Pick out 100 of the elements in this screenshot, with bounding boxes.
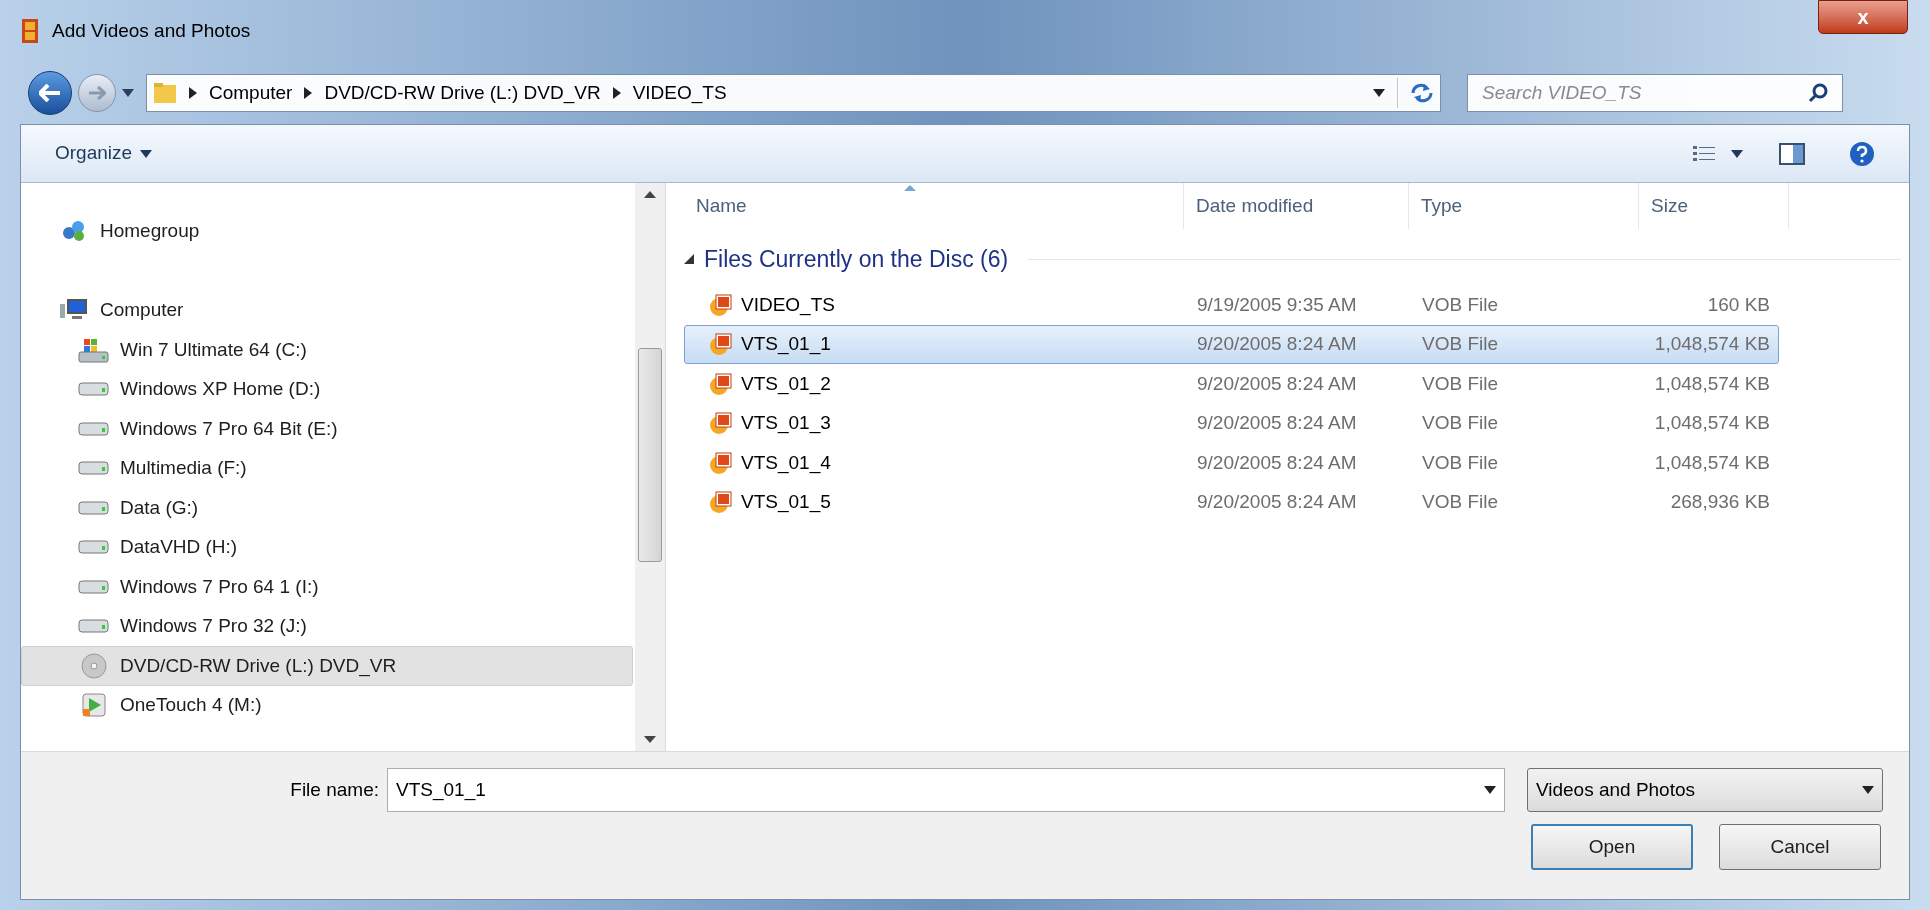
caret-icon	[140, 149, 153, 158]
file-name: VTS_01_4	[741, 450, 831, 476]
history-caret-icon[interactable]	[122, 89, 134, 97]
sidebar-item[interactable]: OneTouch 4 (M:)	[21, 685, 633, 725]
search-box[interactable]: Search VIDEO_TS	[1467, 74, 1843, 112]
homegroup-icon	[61, 218, 87, 243]
system-drive-icon	[78, 336, 110, 363]
video-file-icon	[709, 332, 733, 357]
file-row[interactable]: VTS_01_1 9/20/2005 8:24 AM VOB File 1,048,574 KB	[684, 324, 1779, 364]
date-cell-text: 9/20/2005 8:24 AM	[1196, 490, 1358, 514]
file-row[interactable]: VTS_01_4 9/20/2005 8:24 AM VOB File 1,048,574 KB	[684, 443, 1779, 483]
date-cell-text: 9/20/2005 8:24 AM	[1196, 450, 1358, 475]
date-cell-text: 9/19/2005 9:35 AM	[1196, 292, 1358, 317]
search-field[interactable]: Search VIDEO_TS	[1482, 78, 1808, 108]
type-cell-text: VOB File	[1421, 450, 1500, 475]
type-cell-text: VOB File	[1421, 371, 1500, 396]
file-name: VIDEO_TS	[741, 292, 835, 318]
scrollbar[interactable]	[635, 183, 665, 751]
chevron-right-icon[interactable]	[612, 87, 621, 99]
view-options-icon[interactable]	[1693, 143, 1717, 164]
collapse-icon[interactable]	[684, 254, 694, 264]
file-name: VTS_01_2	[741, 371, 831, 397]
refresh-icon[interactable]	[1410, 83, 1434, 103]
disc-icon	[81, 652, 107, 679]
column-header[interactable]: Size	[1639, 183, 1789, 229]
video-file-icon	[709, 292, 733, 317]
drive-icon	[78, 579, 110, 594]
sort-arrow-icon	[904, 185, 916, 191]
external-drive-icon	[81, 692, 107, 719]
type-cell-text: VOB File	[1421, 292, 1500, 317]
sidebar-item[interactable]: Windows 7 Pro 64 1 (I:)	[21, 567, 633, 607]
column-header[interactable]: Date modified	[1184, 183, 1409, 229]
caret-icon[interactable]	[1731, 149, 1743, 158]
sidebar-item[interactable]: Windows XP Home (D:)	[21, 369, 633, 409]
file-name-label: File name:	[289, 777, 380, 802]
open-button[interactable]: Open	[1531, 824, 1693, 870]
file-name-box[interactable]: VTS_01_1	[387, 768, 1505, 812]
date-cell-text: 9/20/2005 8:24 AM	[1196, 371, 1358, 396]
column-header[interactable]: Name	[684, 183, 1184, 229]
preview-pane-icon[interactable]	[1779, 142, 1805, 165]
sidebar-item[interactable]: Win 7 Ultimate 64 (C:)	[21, 330, 633, 370]
address-bar[interactable]: Computer DVD/CD-RW Drive (L:) DVD_VR VIDEO_TS	[146, 74, 1441, 112]
size-cell-text: 268,936 KB	[1669, 490, 1770, 514]
video-file-icon	[709, 411, 733, 436]
file-name: VTS_01_5	[741, 490, 831, 515]
sidebar-item[interactable]: Windows 7 Pro 64 Bit (E:)	[21, 409, 633, 449]
help-icon[interactable]	[1849, 140, 1875, 167]
video-file-icon	[709, 490, 733, 515]
back-button[interactable]	[28, 71, 72, 115]
size-cell-text: 1,048,574 KB	[1653, 371, 1770, 396]
column-header[interactable]: Type	[1409, 183, 1639, 229]
cancel-button[interactable]: Cancel	[1719, 824, 1881, 870]
sidebar-item[interactable]: DVD/CD-RW Drive (L:) DVD_VR	[21, 646, 633, 686]
film-icon	[22, 19, 38, 43]
drive-icon	[78, 540, 110, 555]
dropdown-caret-icon[interactable]	[1373, 89, 1385, 97]
video-file-icon	[709, 450, 733, 475]
file-name-field[interactable]: VTS_01_1	[396, 775, 1484, 805]
drive-icon	[78, 461, 110, 476]
video-file-icon	[709, 371, 733, 396]
chevron-right-icon[interactable]	[189, 87, 197, 99]
file-row[interactable]: VIDEO_TS 9/19/2005 9:35 AM VOB File 160 KB	[684, 285, 1779, 325]
back-arrow-icon	[39, 84, 61, 102]
file-name: VTS_01_3	[741, 411, 831, 436]
breadcrumb-item[interactable]: Computer	[209, 78, 293, 108]
window-title: Add Videos and Photos	[52, 18, 251, 43]
dropdown-caret-icon	[1862, 786, 1874, 794]
sidebar-item[interactable]: DataVHD (H:)	[21, 527, 633, 567]
date-cell-text: 9/20/2005 8:24 AM	[1196, 332, 1358, 356]
type-cell-text: VOB File	[1421, 490, 1500, 514]
group-header[interactable]: Files Currently on the Disc (6)	[704, 241, 1009, 277]
file-name: VTS_01_1	[741, 332, 831, 357]
breadcrumb-item[interactable]: DVD/CD-RW Drive (L:) DVD_VR	[324, 78, 601, 108]
dropdown-caret-icon[interactable]	[1483, 786, 1496, 794]
size-cell-text: 1,048,574 KB	[1653, 450, 1770, 475]
file-row[interactable]: VTS_01_3 9/20/2005 8:24 AM VOB File 1,048,574 KB	[684, 403, 1779, 443]
forward-arrow-icon	[88, 86, 106, 100]
sidebar-item[interactable]: Homegroup	[21, 211, 633, 251]
file-row[interactable]: VTS_01_2 9/20/2005 8:24 AM VOB File 1,048,574 KB	[684, 364, 1779, 404]
size-cell-text: 1,048,574 KB	[1653, 332, 1770, 356]
drive-icon	[78, 619, 110, 634]
sidebar-item[interactable]: Multimedia (F:)	[21, 448, 633, 488]
date-cell-text: 9/20/2005 8:24 AM	[1196, 411, 1358, 435]
file-type-dropdown[interactable]: Videos and Photos	[1526, 768, 1883, 812]
sidebar-item[interactable]: Computer	[21, 290, 633, 330]
breadcrumb-item[interactable]: VIDEO_TS	[632, 78, 727, 108]
sidebar-item[interactable]: Data (G:)	[21, 488, 633, 528]
size-cell-text: 1,048,574 KB	[1653, 411, 1770, 435]
sidebar-item[interactable]: Windows 7 Pro 32 (J:)	[21, 606, 633, 646]
organize-button[interactable]: Organize	[55, 139, 153, 168]
drive-icon	[78, 382, 110, 397]
chevron-right-icon[interactable]	[304, 87, 313, 99]
drive-icon	[78, 421, 110, 436]
scroll-down-icon[interactable]	[644, 736, 656, 743]
scroll-thumb[interactable]	[638, 348, 662, 562]
scroll-up-icon[interactable]	[644, 191, 656, 198]
file-row[interactable]: VTS_01_5 9/20/2005 8:24 AM VOB File 268,936 KB	[684, 482, 1779, 522]
search-icon[interactable]	[1808, 83, 1828, 103]
drive-icon	[78, 500, 110, 515]
size-cell-text: 160 KB	[1706, 292, 1770, 317]
